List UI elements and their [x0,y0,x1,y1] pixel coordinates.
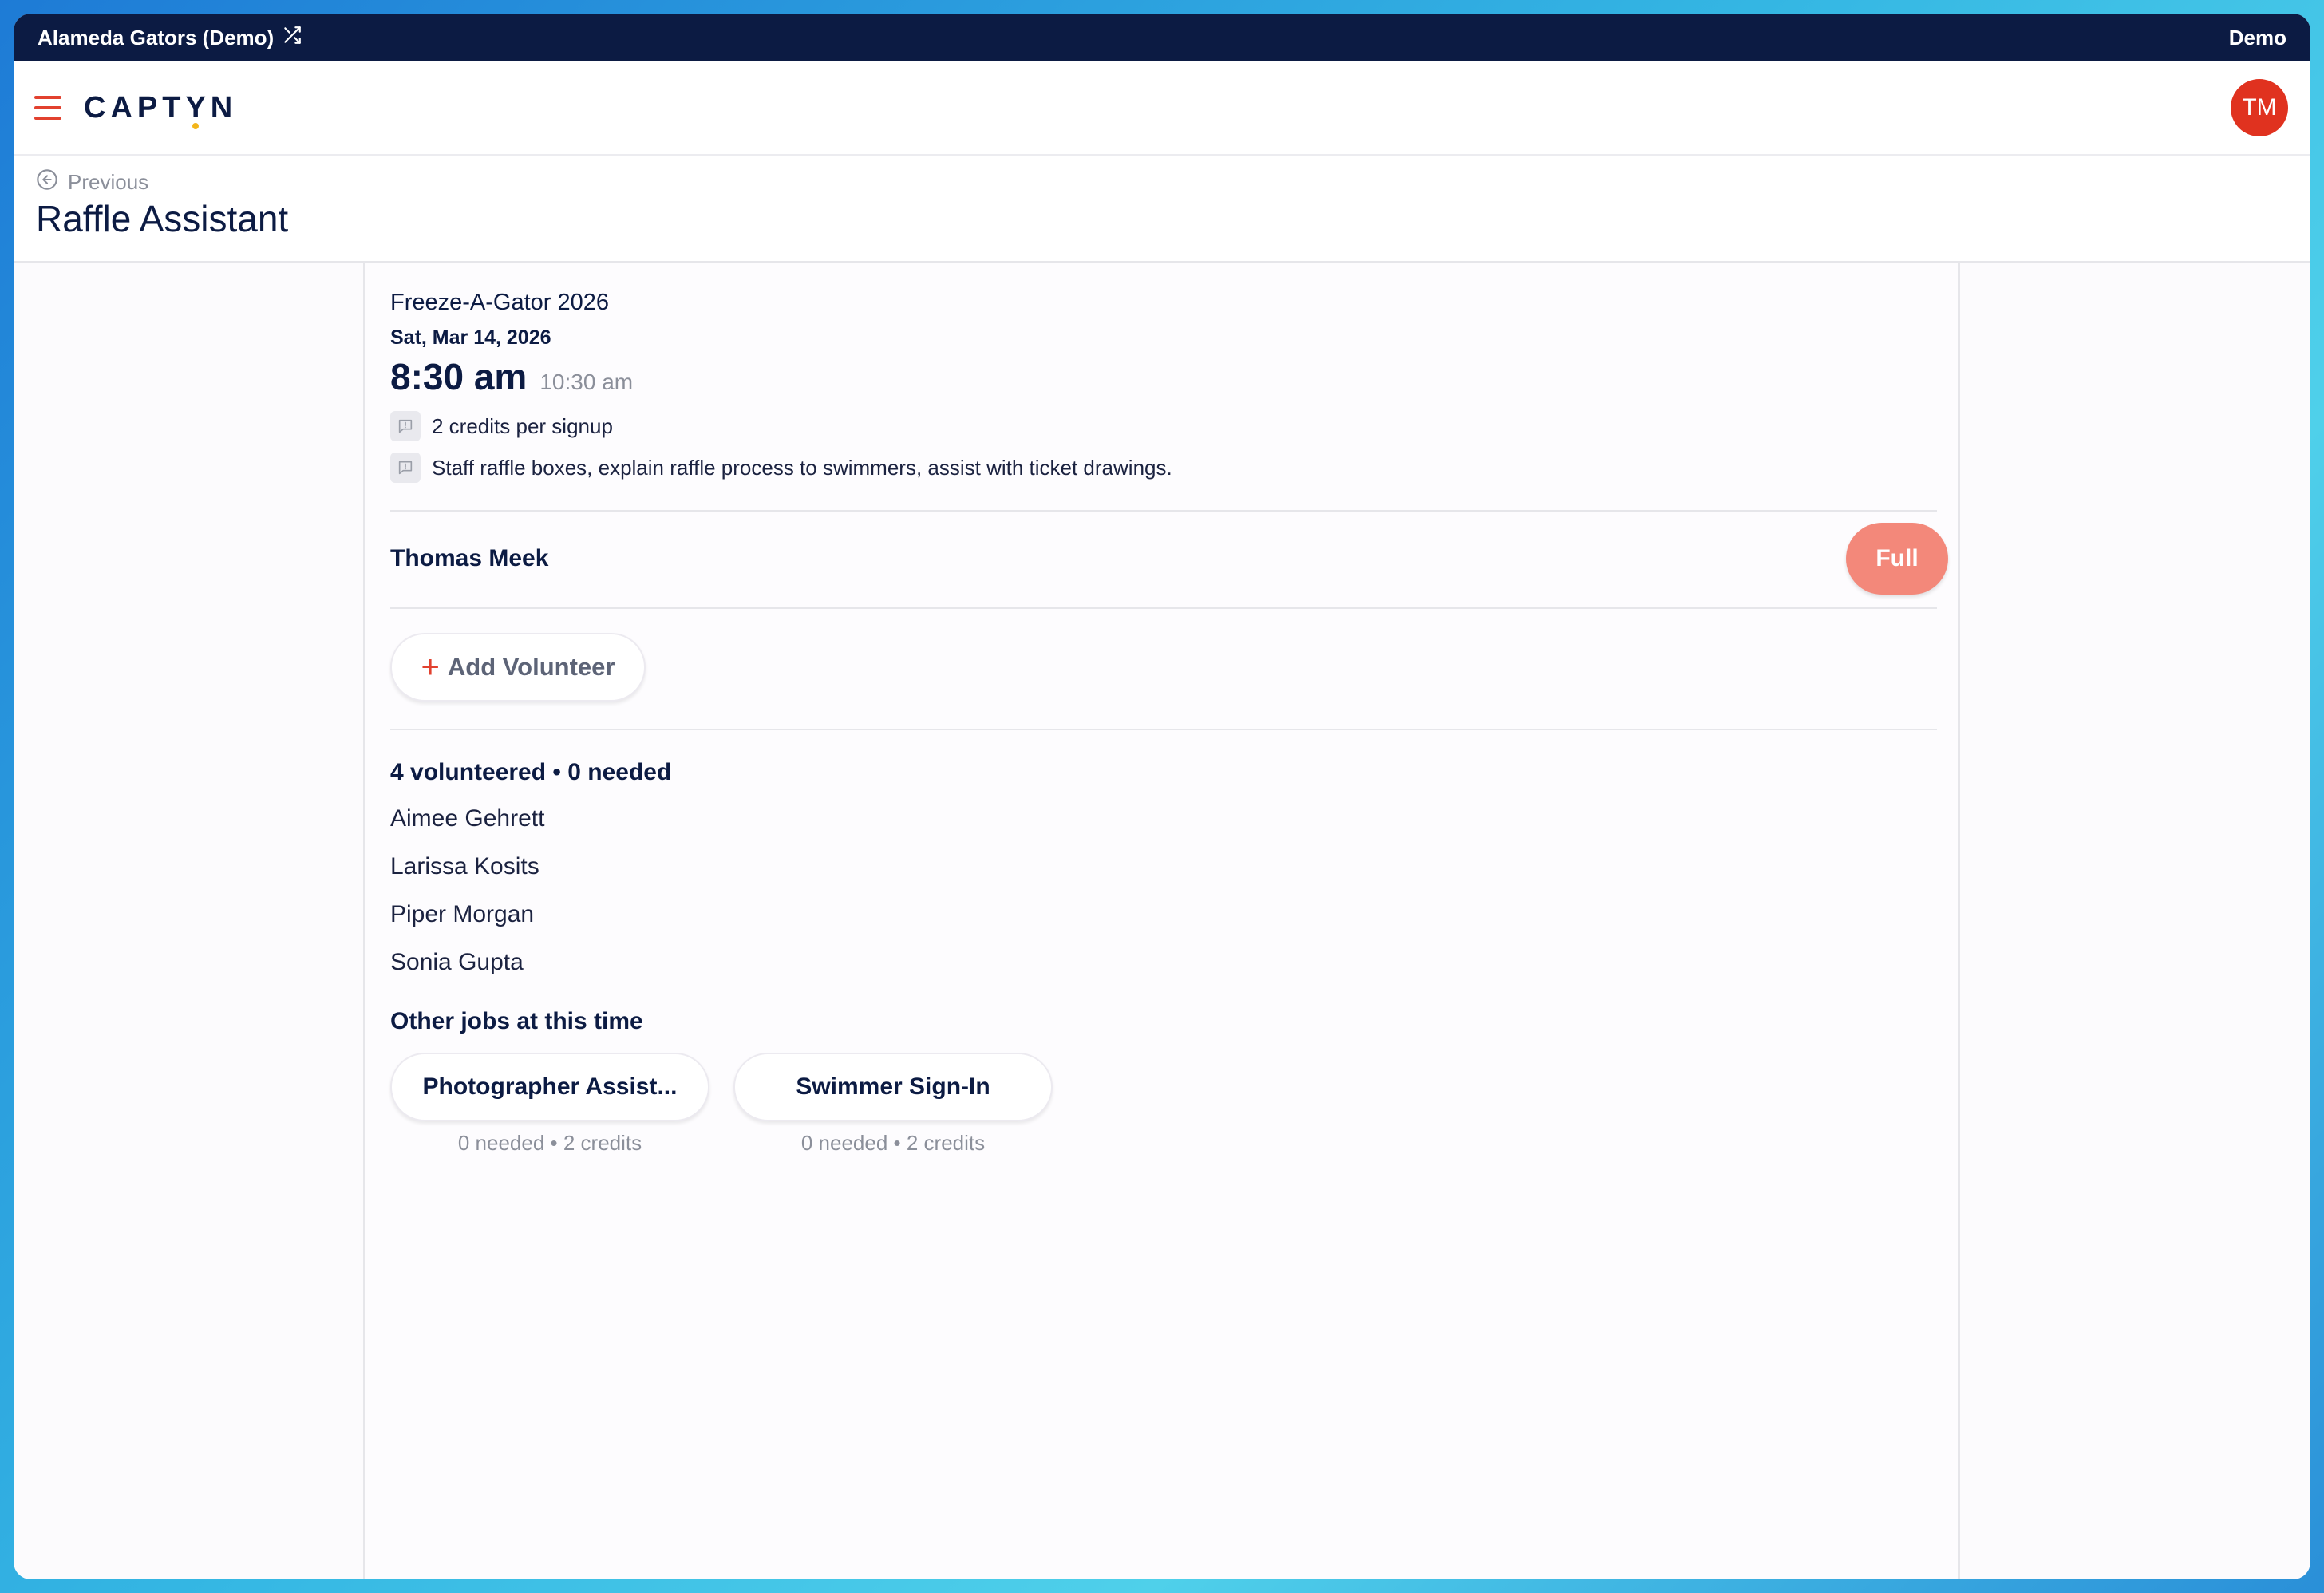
back-arrow-icon [36,168,58,196]
previous-link[interactable]: Previous [36,168,148,196]
captyn-logo[interactable]: CAPTYN [84,90,238,129]
divider [390,729,1937,730]
other-job-card: Photographer Assist... 0 needed • 2 cred… [390,1053,709,1156]
description-text: Staff raffle boxes, explain raffle proce… [432,455,1172,480]
menu-icon[interactable] [34,96,61,120]
logo-dot [192,122,199,129]
info-icon [390,411,421,441]
volunteer-name: Larissa Kosits [390,853,540,880]
assignee-name: Thomas Meek [390,545,549,571]
avatar-initials: TM [2242,94,2277,121]
other-job-button[interactable]: Swimmer Sign-In [733,1053,1053,1121]
add-volunteer-button[interactable]: + Add Volunteer [390,633,646,702]
job-date: Sat, Mar 14, 2026 [390,326,551,349]
volunteer-name: Piper Morgan [390,901,535,927]
job-time: 8:30 am 10:30 am [390,355,633,398]
volunteer-name: Aimee Gehrett [390,805,545,832]
org-name: Alameda Gators (Demo) [38,25,275,49]
logo-text: CAPTYN [84,90,238,125]
other-job-meta: 0 needed • 2 credits [457,1131,642,1155]
other-job-label: Swimmer Sign-In [796,1073,990,1100]
other-job-card: Swimmer Sign-In 0 needed • 2 credits [733,1053,1053,1156]
app-header: CAPTYN TM [14,61,2310,156]
end-time: 10:30 am [540,370,634,394]
job-detail-panel: Freeze-A-Gator 2026 Sat, Mar 14, 2026 8:… [366,263,1958,1579]
divider [390,607,1937,609]
switch-org-icon[interactable] [282,25,302,51]
app-window: Alameda Gators (Demo) Demo CAPTYN TM Pre… [14,14,2310,1579]
page-title-bar: Previous Raffle Assistant [14,156,2310,263]
full-label: Full [1875,545,1919,571]
start-time: 8:30 am [390,356,528,397]
other-job-label: Photographer Assist... [422,1073,678,1100]
plus-icon: + [421,650,440,685]
event-name: Freeze-A-Gator 2026 [390,290,610,315]
user-avatar[interactable]: TM [2231,79,2288,136]
org-switcher[interactable]: Alameda Gators (Demo) [38,25,302,51]
credits-info-text: 2 credits per signup [432,413,613,438]
add-volunteer-label: Add Volunteer [447,653,615,681]
divider [390,510,1937,512]
right-gutter [1958,263,2310,1579]
org-bar: Alameda Gators (Demo) Demo [14,14,2310,61]
desktop-background: Alameda Gators (Demo) Demo CAPTYN TM Pre… [0,0,2324,1593]
volunteer-summary: 4 volunteered • 0 needed [390,759,672,785]
volunteer-name: Sonia Gupta [390,949,524,975]
full-status-button[interactable]: Full [1846,523,1948,595]
info-icon [390,453,421,483]
left-gutter [14,263,365,1579]
mode-label: Demo [2228,25,2286,49]
description-row: Staff raffle boxes, explain raffle proce… [390,453,1172,483]
other-job-meta: 0 needed • 2 credits [800,1131,986,1155]
page-title: Raffle Assistant [36,198,289,239]
other-job-button[interactable]: Photographer Assist... [390,1053,709,1121]
other-jobs-heading: Other jobs at this time [390,1008,643,1034]
credits-info-row: 2 credits per signup [390,411,613,441]
previous-label: Previous [68,170,149,194]
